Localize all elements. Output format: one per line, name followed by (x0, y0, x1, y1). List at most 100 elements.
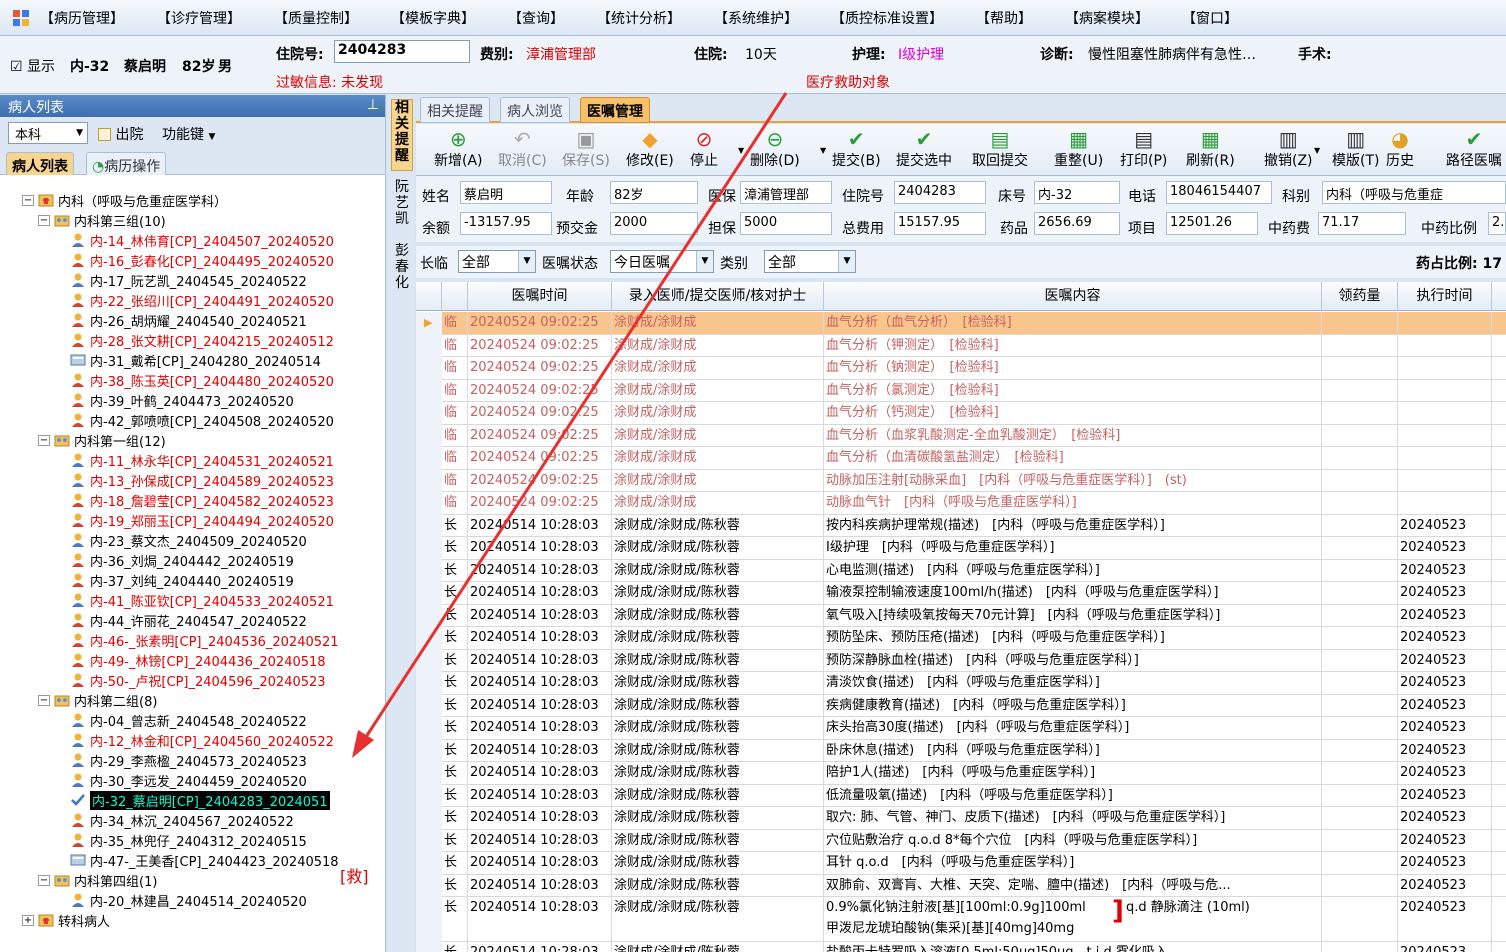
menu-item[interactable]: 【诊疗管理】 (157, 8, 241, 28)
table-row[interactable]: ▶ 临 20240524 09:02:25 涂财成/涂财成 血气分析（血气分析） [检验… (416, 312, 1506, 335)
toolbar-button[interactable]: ▥ 模版(T) (1332, 127, 1379, 170)
vtab-reminder[interactable]: 相关提醒 (391, 99, 413, 171)
table-row[interactable]: 长 20240514 10:28:03 涂财成/涂财成/陈秋蓉 卧床休息(描述) [内… (416, 739, 1506, 762)
menu-item[interactable]: 【系统维护】 (714, 8, 798, 28)
inhos-field[interactable]: 2404283 (334, 40, 470, 63)
age-field[interactable]: 82岁 (610, 181, 698, 204)
table-row[interactable]: 长 20240514 10:28:03 涂财成/涂财成/陈秋蓉 预防深静脉血栓(描述)… (416, 649, 1506, 672)
row-indicator[interactable] (416, 357, 442, 380)
row-indicator[interactable] (416, 582, 442, 605)
table-row[interactable]: 长 20240514 10:28:03 涂财成/涂财成/陈秋蓉 耳针 q.o.d [内… (416, 852, 1506, 875)
table-row[interactable]: 长 20240514 10:28:03 涂财成/涂财成/陈秋蓉 双肺俞、双膏肓、大椎、… (416, 874, 1506, 897)
tree-node[interactable]: 内-16_彭春化[CP]_2404495_20240520 (70, 250, 334, 270)
tab-record-ops[interactable]: ◔病历操作 (86, 152, 167, 175)
item-field[interactable]: 12501.26 (1166, 212, 1258, 235)
tel-field[interactable]: 18046154407 (1166, 181, 1272, 204)
tcm-ratio-field[interactable]: 2. (1488, 212, 1506, 235)
row-indicator[interactable]: ▶ (416, 312, 442, 335)
tree-node[interactable]: 内-42_郭喷喷[CP]_2404508_20240520 (70, 410, 334, 430)
tree-node[interactable]: 内-13_孙保成[CP]_2404589_20240523 (70, 470, 334, 490)
category-select[interactable]: 全部 ▼ (764, 250, 856, 273)
tab-patient-list[interactable]: 病人列表 (6, 152, 74, 175)
expander-icon[interactable]: − (22, 194, 34, 206)
row-indicator[interactable] (416, 717, 442, 740)
toolbar-button[interactable]: ⊘ 停止 (690, 127, 718, 170)
row-indicator[interactable] (416, 694, 442, 717)
toolbar-button[interactable]: ▤ 打印(P) (1120, 127, 1167, 170)
tree-node[interactable]: 内-36_刘焗_2404442_20240519 (70, 550, 294, 570)
tab-patient-browse[interactable]: 病人浏览 (500, 97, 570, 123)
tree-node[interactable]: 内-34_林沉_2404567_20240522 (70, 810, 294, 830)
toolbar-button[interactable]: ✔ 提交选中 (896, 127, 952, 170)
table-row[interactable]: 临 20240524 09:02:25 涂财成/涂财成 血气分析（钠测定） [检验科] (416, 357, 1506, 380)
bed-field[interactable]: 内-32 (1034, 181, 1120, 204)
menu-item[interactable]: 【模板字典】 (391, 8, 475, 28)
tree-node[interactable]: − 内科第二组(8) (38, 690, 157, 710)
table-row[interactable]: 长 20240514 10:28:03 涂财成/涂财成/陈秋蓉 I级护理 [内科（呼吸… (416, 537, 1506, 560)
toolbar-button[interactable]: ▣ 保存(S) (562, 127, 610, 170)
row-indicator[interactable] (416, 469, 442, 492)
expander-icon[interactable]: − (38, 434, 50, 446)
menu-item[interactable]: 【病案模块】 (1065, 8, 1149, 28)
toolbar-button[interactable]: ◆ 修改(E) (626, 127, 674, 170)
row-indicator[interactable] (416, 334, 442, 357)
menu-item[interactable]: 【查询】 (508, 8, 564, 28)
table-row[interactable]: 长 20240514 10:28:03 涂财成/涂财成/陈秋蓉 低流量吸氧(描述) [… (416, 784, 1506, 807)
balance-field[interactable]: -13157.95 (460, 212, 552, 235)
tree-node[interactable]: 内-46-_张素明[CP]_2404536_20240521 (70, 630, 339, 650)
row-indicator[interactable] (416, 379, 442, 402)
row-indicator[interactable] (416, 537, 442, 560)
row-indicator[interactable] (416, 424, 442, 447)
expander-icon[interactable]: − (38, 694, 50, 706)
guarantee-field[interactable]: 5000 (740, 212, 832, 235)
table-row[interactable]: 临 20240524 09:02:25 涂财成/涂财成 血气分析（钙测定） [检验科] (416, 402, 1506, 425)
toolbar-button[interactable]: ✔ 路径医嘱 (1446, 127, 1502, 170)
tree-node[interactable]: 内-12_林金和[CP]_2404560_20240522 (70, 730, 334, 750)
row-indicator[interactable] (416, 852, 442, 875)
menu-item[interactable]: 【质控标准设置】 (831, 8, 943, 28)
col-doctors[interactable]: 录入医师/提交医师/核对护士 (612, 282, 824, 311)
row-indicator[interactable] (416, 784, 442, 807)
tree-node[interactable]: 内-14_林伟育[CP]_2404507_20240520 (70, 230, 334, 250)
dropdown-caret-icon[interactable]: ▼ (738, 146, 744, 155)
col-content[interactable]: 医嘱内容 (824, 282, 1322, 311)
row-indicator[interactable] (416, 807, 442, 830)
toolbar-button[interactable]: ▦ 重整(U) (1054, 127, 1103, 170)
tree-node[interactable]: 内-30_李远发_2404459_20240520 (70, 770, 307, 790)
table-row[interactable]: 长 20240514 10:28:03 涂财成/涂财成/陈秋蓉 疾病健康教育(描述) … (416, 694, 1506, 717)
toolbar-button[interactable]: ⊖ 删除(D) (750, 127, 800, 170)
tree-node[interactable]: − 内科第一组(12) (38, 430, 166, 450)
order-status-select[interactable]: 今日医嘱 ▼ (610, 250, 714, 273)
table-row[interactable]: 长 20240514 10:28:03 涂财成/涂财成/陈秋蓉 穴位贴敷治疗 q.o.… (416, 829, 1506, 852)
toolbar-button[interactable]: ◕ 历史 (1386, 127, 1414, 170)
dropdown-caret-icon[interactable]: ▼ (1314, 146, 1320, 155)
row-indicator[interactable] (416, 672, 442, 695)
row-indicator[interactable] (416, 942, 442, 952)
tree-node[interactable]: 内-29_李燕楹_2404573_20240523 (70, 750, 307, 770)
col-drug-qty[interactable]: 领药量 (1322, 282, 1398, 311)
table-row[interactable]: 临 20240524 09:02:25 涂财成/涂财成 血气分析（钾测定） [检验科] (416, 334, 1506, 357)
toolbar-button[interactable]: ▥ 撤销(Z) (1264, 127, 1313, 170)
tree-node[interactable]: 内-17_阮艺凯_2404545_20240522 (70, 270, 307, 290)
row-indicator[interactable] (416, 762, 442, 785)
name-field[interactable]: 蔡启明 (460, 181, 552, 204)
row-indicator[interactable] (416, 897, 442, 942)
order-type-select[interactable]: 全部 ▼ (458, 250, 536, 273)
row-indicator[interactable] (416, 559, 442, 582)
menu-item[interactable]: 【统计分析】 (597, 8, 681, 28)
table-row[interactable]: 临 20240524 09:02:25 涂财成/涂财成 动脉血气针 [内科（呼吸与危重… (416, 492, 1506, 515)
table-row[interactable]: 长 20240514 10:28:03 涂财成/涂财成/陈秋蓉 预防坠床、预防压疮(描… (416, 627, 1506, 650)
row-indicator[interactable] (416, 874, 442, 897)
tree-node[interactable]: 内-11_林永华[CP]_2404531_20240521 (70, 450, 334, 470)
inhos-no-field[interactable]: 2404283 (894, 181, 986, 204)
table-row[interactable]: 长 20240514 10:28:03 涂财成/涂财成/陈秋蓉 陪护1人(描述) [内… (416, 762, 1506, 785)
toolbar-button[interactable]: ✔ 提交(B) (832, 127, 881, 170)
expander-icon[interactable]: − (38, 214, 50, 226)
tree-node[interactable]: 内-19_郑丽玉[CP]_2404494_20240520 (70, 510, 334, 530)
tree-node[interactable]: + 转科病人 (22, 910, 110, 930)
tree-node[interactable]: 内-38_陈玉英[CP]_2404480_20240520 (70, 370, 334, 390)
table-row[interactable]: 长 20240514 10:28:03 涂财成/涂财成/陈秋蓉 床头抬高30度(描述)… (416, 717, 1506, 740)
diag-value[interactable]: 慢性阻塞性肺病伴有急性… (1088, 44, 1256, 64)
insurance-field[interactable]: 漳浦管理部 (740, 181, 832, 204)
menu-item[interactable]: 【窗口】 (1182, 8, 1238, 28)
